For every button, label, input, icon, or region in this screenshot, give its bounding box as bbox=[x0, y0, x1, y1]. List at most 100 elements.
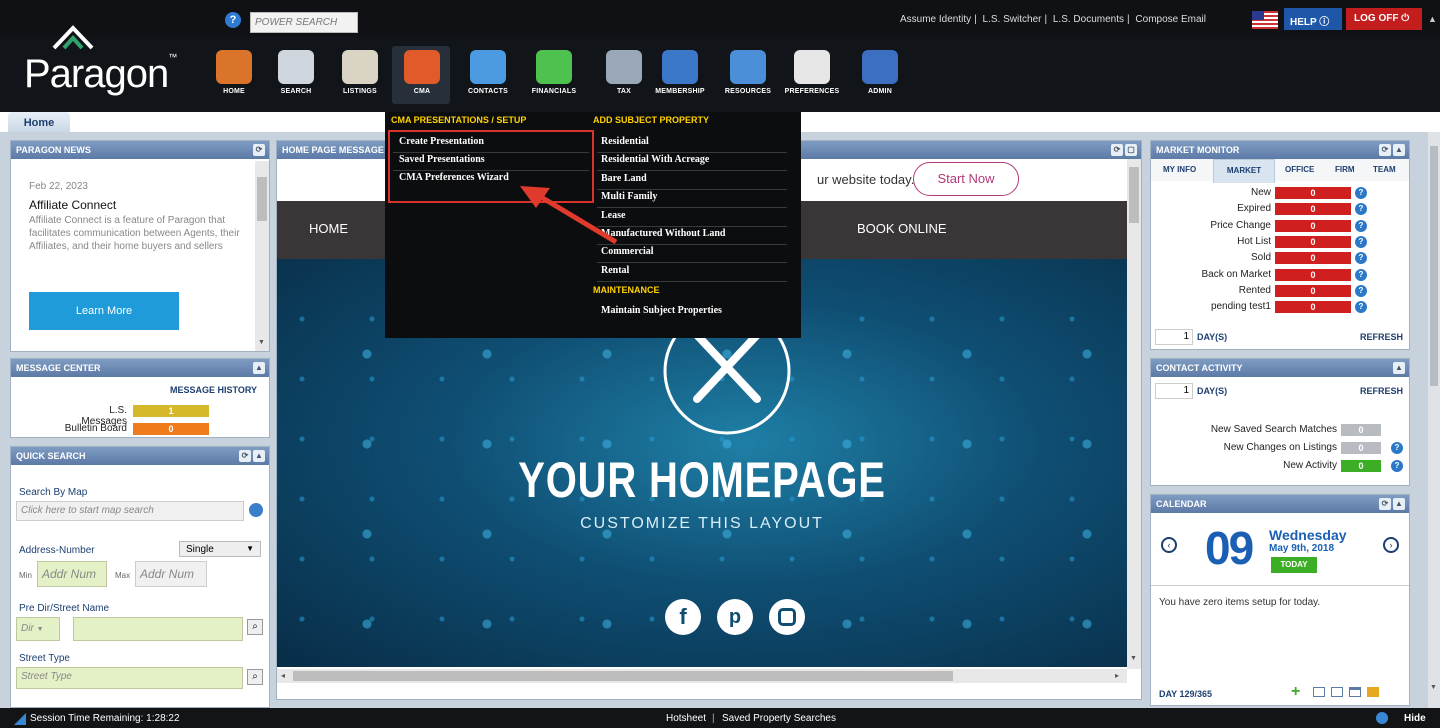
week-view-icon[interactable] bbox=[1331, 687, 1343, 697]
dir-select[interactable]: Dir ▼ bbox=[16, 617, 60, 641]
scroll-down-icon[interactable]: ▼ bbox=[1430, 684, 1437, 691]
ls-messages-count[interactable]: 1 bbox=[133, 405, 209, 417]
market-row-count[interactable]: 0 bbox=[1275, 203, 1351, 216]
collapse-header-icon[interactable]: ▲ bbox=[1428, 14, 1437, 24]
contact-days-input[interactable]: 1 bbox=[1155, 383, 1193, 399]
street-name-input[interactable] bbox=[73, 617, 243, 641]
refresh-icon[interactable]: ⟳ bbox=[239, 450, 251, 462]
nav-home[interactable]: HOME bbox=[204, 50, 264, 95]
add-event-icon[interactable]: + bbox=[1291, 683, 1300, 701]
refresh-icon[interactable]: ⟳ bbox=[1111, 144, 1123, 156]
help-question-icon[interactable]: ? bbox=[225, 12, 241, 28]
menu-item-cma-1[interactable]: Saved Presentations bbox=[399, 154, 485, 165]
news-scrollbar[interactable]: ▼ bbox=[255, 161, 269, 351]
menu-item-cma-0[interactable]: Create Presentation bbox=[399, 136, 484, 147]
page-scrollbar[interactable]: ▼ bbox=[1428, 132, 1440, 708]
month-view-icon[interactable] bbox=[1349, 687, 1361, 697]
bulletin-board-count[interactable]: 0 bbox=[133, 423, 209, 435]
tab-my-info[interactable]: MY INFO bbox=[1163, 165, 1196, 174]
us-flag-icon[interactable] bbox=[1252, 11, 1278, 29]
refresh-icon[interactable]: ⟳ bbox=[1379, 144, 1391, 156]
nav-cma[interactable]: CMA bbox=[392, 50, 452, 95]
nav-tax[interactable]: TAX bbox=[594, 50, 654, 95]
hide-button[interactable]: Hide bbox=[1404, 713, 1426, 724]
collapse-icon[interactable]: ▲ bbox=[253, 450, 265, 462]
market-row-count[interactable]: 0 bbox=[1275, 268, 1351, 281]
market-days-input[interactable]: 1 bbox=[1155, 329, 1193, 345]
start-now-button[interactable]: Start Now bbox=[913, 162, 1019, 196]
market-refresh-link[interactable]: REFRESH bbox=[1360, 332, 1403, 342]
learn-more-button[interactable]: Learn More bbox=[29, 292, 179, 330]
tab-office[interactable]: OFFICE bbox=[1285, 165, 1314, 174]
today-button[interactable]: TODAY bbox=[1271, 557, 1317, 573]
scroll-thumb[interactable] bbox=[293, 671, 953, 681]
help-icon[interactable]: ? bbox=[1355, 268, 1367, 281]
nav-search[interactable]: SEARCH bbox=[266, 50, 326, 95]
assume-identity-link[interactable]: Assume Identity bbox=[900, 14, 971, 25]
nav-admin[interactable]: ADMIN bbox=[850, 50, 910, 95]
collapse-icon[interactable]: ▲ bbox=[253, 362, 265, 374]
next-day-icon[interactable]: › bbox=[1383, 537, 1399, 553]
menu-item-maintain-subject-properties[interactable]: Maintain Subject Properties bbox=[601, 305, 722, 316]
menu-item-subject-1[interactable]: Residential With Acreage bbox=[601, 154, 709, 165]
day-view-icon[interactable] bbox=[1313, 687, 1325, 697]
market-row-count[interactable]: 0 bbox=[1275, 301, 1351, 314]
site-menu-book-online[interactable]: BOOK ONLINE bbox=[857, 221, 947, 236]
nav-resources[interactable]: RESOURCES bbox=[718, 50, 778, 95]
search-lookup-icon[interactable]: ⌕ bbox=[247, 669, 263, 685]
refresh-icon[interactable]: ⟳ bbox=[1379, 498, 1391, 510]
map-search-input[interactable]: Click here to start map search bbox=[16, 501, 244, 521]
help-icon[interactable]: ? bbox=[1355, 219, 1367, 232]
market-row-count[interactable]: 0 bbox=[1275, 284, 1351, 297]
paragon-logo[interactable]: Paragon™ bbox=[24, 52, 177, 97]
menu-item-cma-2[interactable]: CMA Preferences Wizard bbox=[399, 172, 509, 183]
settings-gear-icon[interactable] bbox=[1376, 712, 1388, 724]
nav-membership[interactable]: MEMBERSHIP bbox=[650, 50, 710, 95]
market-row-count[interactable]: 0 bbox=[1275, 219, 1351, 232]
saved-property-searches-link[interactable]: Saved Property Searches bbox=[722, 713, 836, 724]
nav-financials[interactable]: FINANCIALS bbox=[524, 50, 584, 95]
scroll-thumb[interactable] bbox=[257, 177, 267, 221]
menu-item-subject-7[interactable]: Rental bbox=[601, 265, 629, 276]
scroll-thumb[interactable] bbox=[1129, 167, 1139, 223]
facebook-icon[interactable]: f bbox=[665, 599, 701, 635]
menu-item-subject-0[interactable]: Residential bbox=[601, 136, 649, 147]
power-search-input[interactable]: POWER SEARCH bbox=[250, 12, 358, 33]
collapse-icon[interactable]: ▲ bbox=[1393, 498, 1405, 510]
pinterest-icon[interactable]: p bbox=[717, 599, 753, 635]
help-icon[interactable]: ? bbox=[1355, 235, 1367, 248]
calendar-list-icon[interactable] bbox=[1367, 687, 1379, 697]
instagram-icon[interactable] bbox=[769, 599, 805, 635]
prev-day-icon[interactable]: ‹ bbox=[1161, 537, 1177, 553]
street-type-input[interactable]: Street Type bbox=[16, 667, 243, 689]
logoff-button[interactable]: LOG OFF ⏻ bbox=[1346, 8, 1422, 30]
help-icon[interactable]: ? bbox=[1355, 203, 1367, 216]
scroll-thumb[interactable] bbox=[1430, 146, 1438, 386]
scroll-down-icon[interactable]: ▼ bbox=[1130, 655, 1137, 662]
maximize-icon[interactable]: ▢ bbox=[1125, 144, 1137, 156]
min-address-input[interactable]: Addr Num bbox=[37, 561, 107, 587]
help-icon[interactable]: ? bbox=[1391, 442, 1403, 454]
collapse-icon[interactable]: ▲ bbox=[1393, 144, 1405, 156]
max-address-input[interactable]: Addr Num bbox=[135, 561, 207, 587]
market-row-count[interactable]: 0 bbox=[1275, 252, 1351, 265]
tab-market[interactable]: MARKET bbox=[1213, 159, 1275, 183]
changes-on-listings-count[interactable]: 0 bbox=[1341, 442, 1381, 454]
globe-icon[interactable] bbox=[249, 503, 263, 517]
refresh-icon[interactable]: ⟳ bbox=[253, 144, 265, 156]
scroll-left-icon[interactable]: ◂ bbox=[281, 671, 285, 680]
message-history-link[interactable]: MESSAGE HISTORY bbox=[170, 385, 257, 395]
center-vertical-scrollbar[interactable]: ▼ bbox=[1127, 159, 1141, 669]
tab-home[interactable]: Home bbox=[8, 112, 70, 134]
help-icon[interactable]: ? bbox=[1355, 252, 1367, 265]
saved-search-matches-count[interactable]: 0 bbox=[1341, 424, 1381, 436]
market-row-count[interactable]: 0 bbox=[1275, 235, 1351, 248]
help-icon[interactable]: ? bbox=[1391, 460, 1403, 472]
contact-refresh-link[interactable]: REFRESH bbox=[1360, 386, 1403, 396]
compose-email-link[interactable]: Compose Email bbox=[1135, 14, 1206, 25]
hotsheet-link[interactable]: Hotsheet bbox=[666, 713, 706, 724]
nav-contacts[interactable]: CONTACTS bbox=[458, 50, 518, 95]
collapse-icon[interactable]: ▲ bbox=[1393, 362, 1405, 374]
site-menu-home[interactable]: HOME bbox=[309, 221, 348, 236]
new-activity-count[interactable]: 0 bbox=[1341, 460, 1381, 472]
